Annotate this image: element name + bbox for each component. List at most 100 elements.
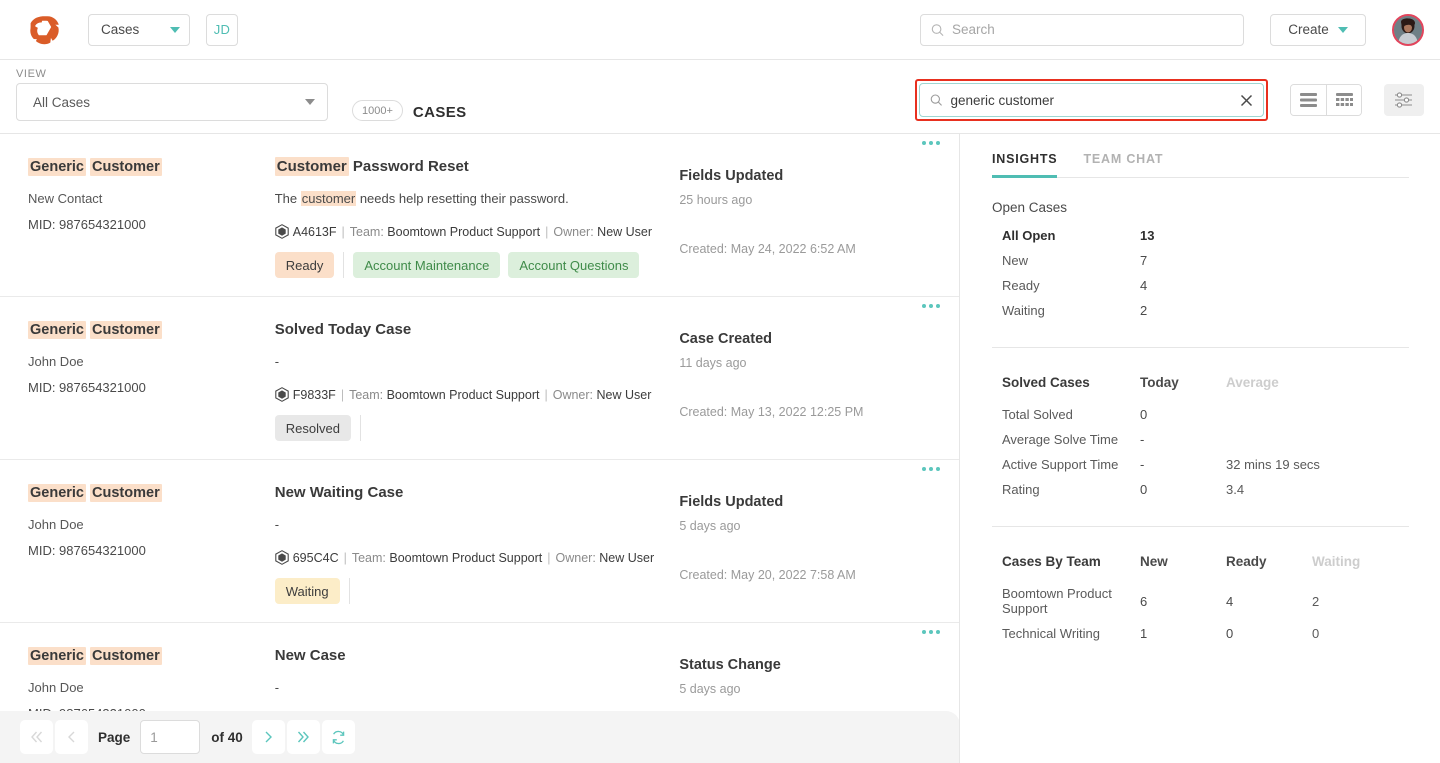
stat-today-value: 0 <box>1140 482 1148 497</box>
sliders-filter-icon <box>1395 92 1412 108</box>
case-title[interactable]: New Case <box>275 646 666 666</box>
previous-page-button[interactable] <box>55 720 88 754</box>
list-item: Ready 4 <box>992 273 1409 298</box>
list-item: Active Support Time - 32 mins 19 secs <box>992 452 1409 477</box>
case-activity-column: Fields Updated 25 hours ago Created: May… <box>679 141 959 278</box>
customer-contact: John Doe <box>28 517 84 532</box>
stat-label: Ready <box>1002 278 1040 293</box>
stat-average-value: 3.4 <box>1226 482 1245 497</box>
pagination-bar: Page of 40 <box>0 711 959 763</box>
list-item: New 7 <box>992 248 1409 273</box>
customer-contact: New Contact <box>28 191 103 206</box>
last-page-button[interactable] <box>286 720 320 754</box>
stat-label: Total Solved <box>1002 407 1073 422</box>
open-cases-title: Open Cases <box>992 200 1068 215</box>
case-hex-icon <box>274 224 289 239</box>
column-header: Ready <box>1226 554 1267 569</box>
column-header: Average <box>1226 375 1279 390</box>
case-rows-container: Generic Customer New Contact MID: 987654… <box>0 134 959 763</box>
row-actions-menu-icon[interactable] <box>922 467 940 471</box>
team-new-count: 1 <box>1140 626 1148 641</box>
stat-today-value: - <box>1140 457 1145 472</box>
next-page-button[interactable] <box>251 720 285 754</box>
case-owner: New User <box>596 388 652 402</box>
case-category-tag[interactable]: Account Maintenance <box>353 252 501 278</box>
view-bar-right-group <box>915 79 1424 121</box>
case-created-date: Created: May 13, 2022 12:25 PM <box>679 405 864 419</box>
user-initials-button[interactable]: JD <box>206 13 238 46</box>
row-actions-menu-icon[interactable] <box>922 141 940 145</box>
team-ready-count: 4 <box>1226 593 1234 609</box>
case-title[interactable]: New Waiting Case <box>275 483 666 503</box>
list-item: Waiting 2 <box>992 298 1409 323</box>
case-title[interactable]: Customer Password Reset <box>274 157 666 177</box>
case-title[interactable]: Solved Today Case <box>275 320 666 340</box>
list-item: Technical Writing 1 0 0 <box>992 621 1409 646</box>
search-match-highlight: Generic <box>28 321 86 339</box>
grid-view-icon[interactable] <box>1326 85 1361 115</box>
boomtown-logo-icon[interactable] <box>22 8 66 52</box>
case-activity-column: Fields Updated 5 days ago Created: May 2… <box>679 467 959 604</box>
case-detail-column: New Waiting Case - 695C4C | Team: Boomtown… <box>274 476 680 604</box>
tab-insights-label: INSIGHTS <box>992 152 1058 166</box>
case-list: Generic Customer New Contact MID: 987654… <box>0 134 960 763</box>
view-selector-value: All Cases <box>33 94 91 110</box>
view-selector[interactable]: All Cases <box>16 83 328 121</box>
view-filter-bar: VIEW All Cases 1000+ CASES <box>0 60 1440 134</box>
global-search-input[interactable] <box>952 22 1233 37</box>
stat-average-value <box>1226 427 1409 452</box>
filter-settings-button[interactable] <box>1384 84 1424 116</box>
open-cases-section: Open Cases All Open 13 New 7 Ready 4 Waiting 2 <box>992 200 1409 323</box>
case-description: - <box>274 517 280 532</box>
module-selector[interactable]: Cases <box>88 13 190 46</box>
case-customer-column: Generic Customer John Doe MID: 987654321… <box>0 476 275 604</box>
case-hex-icon <box>274 387 289 402</box>
case-category-tag[interactable]: Account Questions <box>508 252 640 278</box>
create-button-label: Create <box>1288 22 1329 37</box>
refresh-button[interactable] <box>321 720 355 754</box>
case-meta: F9833F | Team: Boomtown Product Support | Ow… <box>274 383 666 407</box>
cases-by-team-table: Cases By Team New Ready Waiting Boomtown Pro… <box>992 549 1409 646</box>
row-actions-menu-icon[interactable] <box>922 304 940 308</box>
list-search-box[interactable] <box>919 83 1264 117</box>
list-item: Average Solve Time - <box>992 427 1409 452</box>
view-mode-toggle-group <box>1290 84 1362 116</box>
column-header: Waiting <box>1312 554 1361 569</box>
close-icon[interactable] <box>1239 93 1254 108</box>
table-row[interactable]: Generic Customer John Doe MID: 987654321… <box>0 297 959 460</box>
team-ready-count: 0 <box>1226 626 1234 641</box>
search-match-highlight: Customer <box>90 158 162 176</box>
chevron-right-icon <box>265 731 273 743</box>
avatar[interactable] <box>1392 13 1424 46</box>
case-tag-row: Ready Account Maintenance Account Questio… <box>274 252 666 278</box>
table-row[interactable]: Generic Customer John Doe MID: 987654321… <box>0 460 959 623</box>
stat-today-value: - <box>1140 432 1145 447</box>
page-number-input[interactable] <box>140 720 201 754</box>
case-detail-column: Solved Today Case - F9833F | Team: Boomtow… <box>274 313 680 441</box>
status-badge[interactable]: Ready <box>274 252 335 278</box>
activity-title: Status Change <box>679 657 781 673</box>
global-search-box[interactable] <box>920 13 1244 46</box>
total-pages-label: of 40 <box>211 729 243 745</box>
stat-label: Active Support Time <box>1002 457 1119 472</box>
table-row[interactable]: Generic Customer New Contact MID: 987654… <box>0 134 959 297</box>
list-search-input[interactable] <box>950 92 1239 108</box>
row-actions-menu-icon[interactable] <box>922 630 940 634</box>
create-button[interactable]: Create <box>1270 13 1366 46</box>
status-badge[interactable]: Resolved <box>274 415 351 441</box>
column-header: Cases By Team <box>1002 554 1101 569</box>
stat-today-value: 0 <box>1140 407 1148 422</box>
activity-title: Case Created <box>679 331 772 347</box>
tab-insights[interactable]: INSIGHTS <box>992 152 1058 178</box>
first-page-button[interactable] <box>20 720 53 754</box>
team-name: Boomtown Product Support <box>1002 586 1112 616</box>
status-badge[interactable]: Waiting <box>274 578 340 604</box>
tab-team-chat[interactable]: TEAM CHAT <box>1083 152 1163 177</box>
table-header-row: Cases By Team New Ready Waiting <box>992 549 1409 581</box>
case-hex-icon <box>274 550 289 565</box>
list-view-icon[interactable] <box>1291 85 1326 115</box>
case-team: Boomtown Product Support <box>386 388 540 402</box>
stat-average-value <box>1226 402 1409 427</box>
team-waiting-count: 0 <box>1312 626 1320 641</box>
stat-label: New <box>1002 253 1029 268</box>
